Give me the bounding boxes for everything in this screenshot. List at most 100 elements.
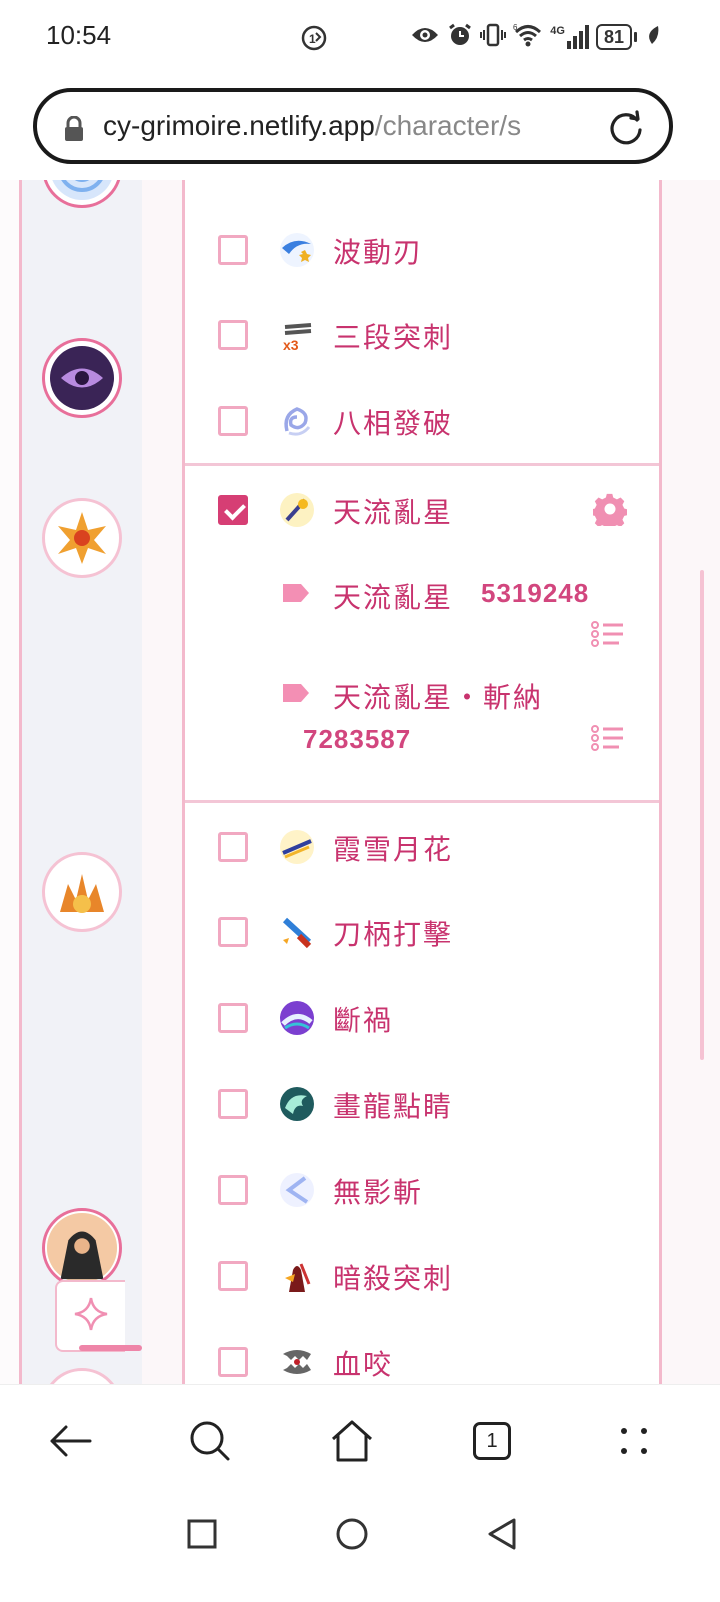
skill-row[interactable]: 霞雪月花 [185,812,659,882]
address-bar[interactable]: cy-grimoire.netlify.app/character/s [33,88,673,164]
section-divider [185,800,659,803]
skill-tree-avatar[interactable] [42,338,122,418]
search-icon[interactable] [186,1417,234,1465]
url-path: /character/s [374,110,522,141]
back-button[interactable] [46,1417,94,1465]
skill-label: 波動刃 [333,236,424,269]
skill-checkbox[interactable] [218,406,248,436]
system-navigation [0,1494,720,1602]
wave-blade-icon [279,232,315,268]
skill-label: 八相發破 [333,407,454,440]
moon-flower-icon [279,829,315,865]
skill-row[interactable]: 波動刃 [185,215,659,285]
list-icon[interactable] [591,724,625,756]
leaf-icon [648,25,660,49]
skill-label: 天流亂星 [333,496,454,529]
tab-count: 1 [473,1422,511,1460]
skill-tree-avatar[interactable] [42,180,122,208]
browser-toolbar: 1 [0,1384,720,1494]
status-bar: 10:54 1 6 4G 81 [0,0,720,78]
list-icon[interactable] [591,620,625,652]
hilt-strike-icon [279,914,315,950]
tabs-button[interactable]: 1 [468,1417,516,1465]
tag-icon [281,582,311,608]
assassin-icon [279,1258,315,1294]
skill-label: 暗殺突刺 [333,1262,454,1295]
more-menu-icon[interactable] [610,1417,658,1465]
blood-bite-icon [279,1344,315,1380]
effect-id: 7283587 [303,724,412,754]
section-divider [185,463,659,466]
effect-id: 5319248 [481,578,590,608]
eye-icon [410,23,440,51]
skill-effect[interactable]: 天流亂星 5319248 [281,576,641,616]
recents-icon[interactable] [182,1514,222,1554]
url-host: cy-grimoire.netlify.app [103,110,375,141]
shadowless-icon [279,1172,315,1208]
skill-label: 血咬 [333,1348,394,1381]
skill-label: 無影斬 [333,1176,424,1209]
skill-tree-avatar[interactable] [42,852,122,932]
effect-name: 天流亂星・斬納 [333,681,544,714]
eight-phase-icon [279,403,315,439]
call-sim-icon: 1 [300,24,328,52]
skill-row[interactable]: x3 三段突刺 [185,300,659,370]
network-type: 4G [550,25,565,37]
skill-checkbox[interactable] [218,832,248,862]
skill-checkbox-checked[interactable] [218,495,248,525]
scrollbar[interactable] [700,570,704,1060]
vibrate-icon [480,22,507,52]
dragon-icon [279,1086,315,1122]
skill-label: 三段突刺 [333,321,454,354]
svg-text:6: 6 [513,23,518,32]
skill-row[interactable]: 血咬 [185,1327,659,1384]
skill-checkbox[interactable] [218,235,248,265]
skill-checkbox[interactable] [218,1003,248,1033]
lock-icon [63,115,85,146]
battery-icon: 81 [595,24,637,50]
home-icon[interactable] [328,1417,376,1465]
alarm-icon [447,22,473,52]
sparkle-button[interactable] [55,1280,125,1352]
wifi-icon: 6 [513,22,543,52]
svg-text:1: 1 [309,32,316,46]
skill-tree-avatar[interactable] [42,498,122,578]
skill-row[interactable]: 斷禍 [185,983,659,1053]
skill-effect[interactable]: 天流亂星・斬納 7283587 [281,676,641,756]
meteor-icon [279,492,315,528]
skill-checkbox[interactable] [218,1089,248,1119]
skill-row[interactable]: 無影斬 [185,1155,659,1225]
skill-label: 刀柄打擊 [333,918,454,951]
skill-label: 畫龍點睛 [333,1090,454,1123]
signal-icon: 4G [550,25,589,49]
sparkle-underline [79,1345,142,1351]
battery-level: 81 [595,24,632,50]
back-triangle-icon[interactable] [482,1514,522,1554]
tag-icon [281,682,311,708]
skill-row[interactable]: 畫龍點睛 [185,1069,659,1139]
skill-tree-sidebar [22,180,142,1384]
home-circle-icon[interactable] [332,1514,372,1554]
url-text[interactable]: cy-grimoire.netlify.app/character/s [103,110,583,142]
reload-icon[interactable] [607,108,645,150]
sparkle-icon [73,1296,109,1336]
skill-checkbox[interactable] [218,1175,248,1205]
triple-thrust-icon: x3 [279,317,315,353]
skill-row[interactable]: 刀柄打擊 [185,897,659,967]
skill-label: 霞雪月花 [333,833,454,866]
sever-icon [279,1000,315,1036]
skill-checkbox[interactable] [218,320,248,350]
status-time: 10:54 [46,20,112,50]
gear-icon[interactable] [591,492,628,531]
skill-row[interactable]: 八相發破 [185,386,659,456]
skill-checkbox[interactable] [218,917,248,947]
page-content: 波動刃 x3 三段突刺 八相發破 天流亂星 天流亂星 5319248 天流亂星・… [0,180,720,1384]
skill-tree-avatar[interactable] [42,1368,122,1384]
skill-tree-avatar[interactable] [42,1208,122,1288]
skill-checkbox[interactable] [218,1347,248,1377]
skill-row-selected[interactable]: 天流亂星 [185,475,659,545]
skill-row[interactable]: 暗殺突刺 [185,1241,659,1311]
skill-list-panel: 波動刃 x3 三段突刺 八相發破 天流亂星 天流亂星 5319248 天流亂星・… [182,180,662,1384]
skill-label: 斷禍 [333,1004,394,1037]
skill-checkbox[interactable] [218,1261,248,1291]
